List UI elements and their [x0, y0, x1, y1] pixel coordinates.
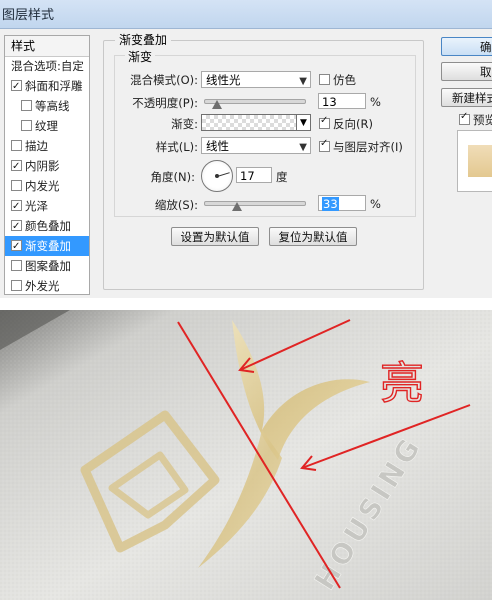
checkbox-icon — [319, 138, 330, 152]
style-item[interactable]: 描边 — [5, 136, 89, 156]
checkbox-icon — [319, 115, 330, 129]
preview-checkbox[interactable]: 预览 — [459, 111, 492, 128]
style-value: 线性 — [206, 139, 229, 153]
blend-mode-select[interactable]: 线性光 ▼ — [201, 71, 311, 88]
blend-mode-label: 混合模式(O): — [130, 73, 198, 87]
style-item[interactable]: 颜色叠加 — [5, 216, 89, 237]
checkbox-icon[interactable] — [11, 140, 22, 151]
angle-value: 17 — [240, 169, 255, 183]
opacity-label: 不透明度(P): — [132, 96, 198, 110]
reset-default-button[interactable]: 复位为默认值 — [269, 227, 357, 246]
style-item[interactable]: 渐变叠加 — [5, 236, 89, 257]
checkbox-icon[interactable] — [11, 77, 22, 97]
dither-checkbox[interactable]: 仿色 — [319, 72, 356, 88]
align-with-layer-checkbox[interactable]: 与图层对齐(I) — [319, 138, 403, 155]
checkbox-icon[interactable] — [11, 237, 22, 257]
style-item-label: 外发光 — [25, 279, 60, 293]
checkbox-icon[interactable] — [11, 280, 22, 291]
style-item[interactable]: 等高线 — [5, 96, 89, 116]
cancel-button[interactable]: 取消 — [441, 62, 492, 81]
scale-slider-thumb[interactable] — [232, 202, 242, 211]
style-item-label: 渐变叠加 — [25, 239, 71, 253]
checkbox-icon — [459, 111, 470, 125]
scale-slider-track[interactable] — [204, 201, 306, 206]
scale-unit: % — [370, 197, 381, 211]
gradient-swatch[interactable] — [201, 114, 297, 131]
window-title: 图层样式 — [2, 8, 55, 23]
style-item[interactable]: 斜面和浮雕 — [5, 76, 89, 97]
gradient-picker-button[interactable]: ▼ — [297, 114, 311, 131]
preview-label: 预览 — [473, 113, 492, 127]
style-item[interactable]: 混合选项:自定 — [5, 56, 89, 76]
checkbox-icon[interactable] — [11, 197, 22, 217]
angle-label: 角度(N): — [150, 170, 195, 184]
chevron-down-icon: ▼ — [299, 142, 307, 153]
angle-unit: 度 — [276, 170, 288, 184]
style-item-label: 混合选项:自定 — [11, 59, 84, 73]
style-item-label: 等高线 — [35, 99, 70, 113]
opacity-input[interactable]: 13 — [318, 93, 366, 109]
ok-button[interactable]: 确定 — [441, 37, 492, 56]
checkbox-icon[interactable] — [11, 157, 22, 177]
styles-list-panel: 样式 混合选项:自定斜面和浮雕等高线纹理描边内阴影内发光光泽颜色叠加渐变叠加图案… — [4, 35, 90, 295]
align-with-layer-label: 与图层对齐(I) — [333, 140, 403, 154]
style-item-label: 斜面和浮雕 — [25, 79, 83, 93]
checkbox-icon[interactable] — [11, 180, 22, 191]
embossed-card-photo: HOUSING 亮 — [0, 310, 492, 600]
scale-input[interactable]: 33 — [318, 195, 366, 211]
style-item[interactable]: 外发光 — [5, 276, 89, 294]
chevron-down-icon: ▼ — [300, 118, 307, 128]
style-select[interactable]: 线性 ▼ — [201, 137, 311, 154]
reverse-label: 反向(R) — [333, 117, 373, 131]
style-item[interactable]: 纹理 — [5, 116, 89, 136]
style-item[interactable]: 内发光 — [5, 176, 89, 196]
chevron-down-icon: ▼ — [299, 76, 307, 87]
reverse-checkbox[interactable]: 反向(R) — [319, 115, 373, 132]
angle-input[interactable]: 17 — [236, 167, 272, 183]
opacity-value: 13 — [322, 95, 337, 109]
style-preview-thumbnail — [457, 130, 492, 192]
angle-dial[interactable] — [201, 160, 233, 192]
title-bar: 图层样式 — [0, 0, 492, 29]
checkbox-icon[interactable] — [21, 120, 32, 131]
opacity-slider-thumb[interactable] — [212, 100, 222, 109]
style-item-label: 图案叠加 — [25, 259, 71, 273]
style-item-label: 内发光 — [25, 179, 60, 193]
style-item[interactable]: 光泽 — [5, 196, 89, 217]
style-item-label: 颜色叠加 — [25, 219, 71, 233]
style-item[interactable]: 图案叠加 — [5, 256, 89, 276]
gradient-overlay-title: 渐变叠加 — [115, 31, 172, 48]
new-style-button[interactable]: 新建样式 — [441, 88, 492, 107]
annotation-text: 亮 — [380, 358, 424, 409]
style-item-label: 内阴影 — [25, 159, 60, 173]
layer-style-dialog: 图层样式 样式 混合选项:自定斜面和浮雕等高线纹理描边内阴影内发光光泽颜色叠加渐… — [0, 0, 492, 298]
checkbox-icon[interactable] — [11, 260, 22, 271]
style-item-label: 光泽 — [25, 199, 48, 213]
gradient-label: 渐变: — [171, 117, 198, 131]
preview-swatch — [468, 145, 492, 177]
blend-mode-value: 线性光 — [206, 73, 241, 87]
dither-label: 仿色 — [333, 73, 356, 87]
style-item-label: 纹理 — [35, 119, 58, 133]
style-label: 样式(L): — [155, 140, 198, 154]
opacity-unit: % — [370, 95, 381, 109]
checkbox-icon[interactable] — [21, 100, 32, 111]
style-item-label: 描边 — [25, 139, 48, 153]
gradient-subgroup-title: 渐变 — [125, 48, 156, 65]
photo-svg: HOUSING 亮 — [0, 310, 492, 600]
make-default-button[interactable]: 设置为默认值 — [171, 227, 259, 246]
checkbox-icon[interactable] — [11, 217, 22, 237]
style-item[interactable]: 内阴影 — [5, 156, 89, 177]
scale-value: 33 — [322, 197, 339, 211]
checkbox-icon — [319, 74, 330, 85]
styles-list-header: 样式 — [5, 36, 89, 57]
angle-center-dot — [215, 174, 219, 178]
scale-label: 缩放(S): — [154, 198, 198, 212]
